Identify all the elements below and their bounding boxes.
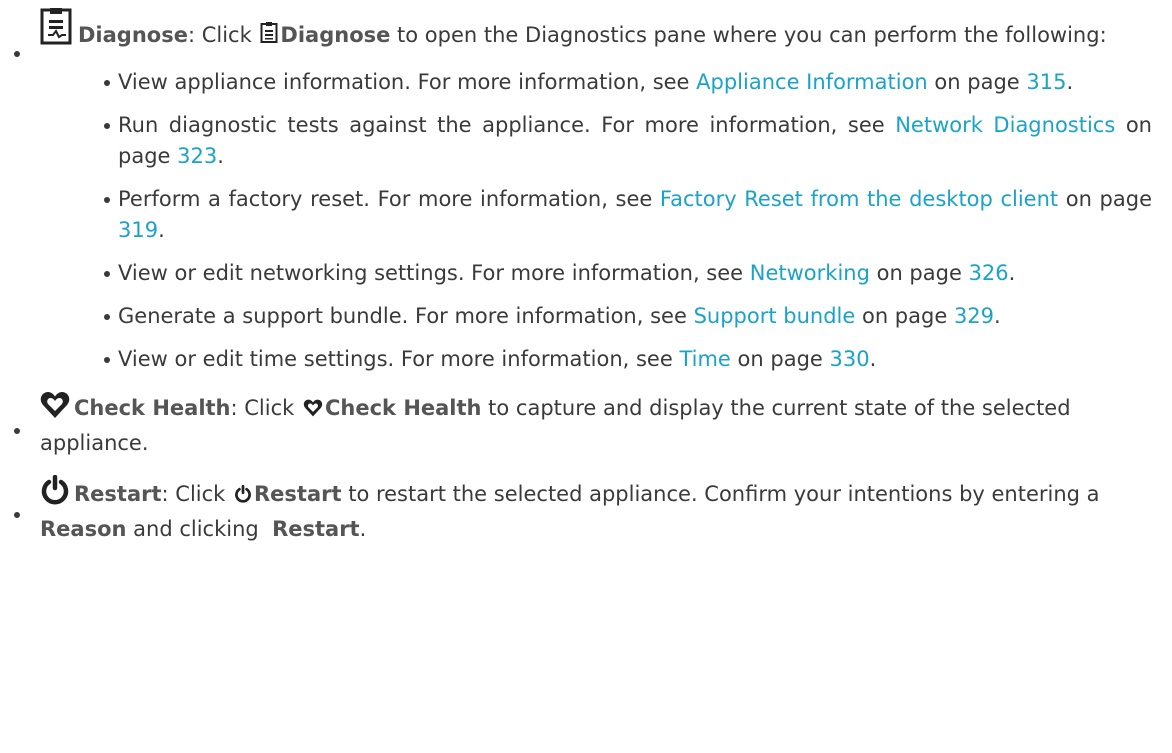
restart-term: Restart: [74, 482, 162, 506]
restart-end: .: [359, 517, 367, 541]
link-networking[interactable]: Networking: [750, 261, 870, 285]
link-time[interactable]: Time: [679, 347, 730, 371]
sub-item-factory-reset: Perform a factory reset. For more inform…: [40, 184, 1172, 246]
heart-inline-icon: [303, 395, 323, 426]
sub-item-mid: on page: [927, 70, 1027, 94]
restart-description: to restart the selected appliance. Confi…: [341, 482, 1100, 506]
sub-item-networking: View or edit networking settings. For mo…: [40, 258, 1172, 289]
restart-final-term: Restart: [272, 517, 360, 541]
link-appliance-information[interactable]: Appliance Information: [696, 70, 928, 94]
diagnose-sub-list: View appliance information. For more inf…: [40, 67, 1172, 375]
check-health-pre: : Click: [230, 396, 301, 420]
sub-item-end: .: [158, 218, 165, 242]
diagnose-report-icon: [40, 8, 74, 55]
link-page-319[interactable]: 319: [118, 218, 158, 242]
restart-inline-term: Restart: [254, 482, 342, 506]
link-page-315[interactable]: 315: [1026, 70, 1066, 94]
link-network-diagnostics[interactable]: Network Diagnostics: [895, 113, 1115, 137]
sub-item-text: Perform a factory reset. For more inform…: [118, 187, 660, 211]
link-page-329[interactable]: 329: [954, 304, 994, 328]
sub-item-support-bundle: Generate a support bundle. For more info…: [40, 301, 1172, 332]
heart-icon: [40, 391, 70, 428]
sub-item-text: View or edit time settings. For more inf…: [118, 347, 680, 371]
check-health-inline-term: Check Health: [324, 396, 482, 420]
sub-item-mid: on page: [730, 347, 830, 371]
sub-item-appliance-info: View appliance information. For more inf…: [40, 67, 1172, 98]
sub-item-time: View or edit time settings. For more inf…: [40, 344, 1172, 375]
diagnose-inline-term: Diagnose: [280, 23, 391, 47]
check-health-list-item: Check Health: Click Check Health to capt…: [0, 391, 1172, 459]
link-page-330[interactable]: 330: [830, 347, 870, 371]
sub-item-mid: on page: [1058, 187, 1152, 211]
sub-item-text: View appliance information. For more inf…: [118, 70, 697, 94]
restart-pre: : Click: [161, 482, 232, 506]
document-page: Diagnose: Click Diagnose to open the Dia…: [0, 8, 1172, 753]
sub-item-text: Run diagnostic tests against the applian…: [118, 113, 896, 137]
appliance-actions-list: Diagnose: Click Diagnose to open the Dia…: [0, 8, 1172, 545]
diagnose-pre: : Click: [187, 23, 259, 47]
restart-description-2: and clicking: [126, 517, 273, 541]
sub-item-text: Generate a support bundle. For more info…: [118, 304, 694, 328]
link-page-323[interactable]: 323: [177, 144, 217, 168]
diagnose-description: to open the Diagnostics pane where you c…: [390, 23, 1107, 47]
diagnose-list-item: Diagnose: Click Diagnose to open the Dia…: [0, 8, 1172, 375]
sub-item-mid: on page: [855, 304, 954, 328]
sub-item-mid: on page: [869, 261, 969, 285]
sub-item-end: .: [217, 144, 224, 168]
sub-item-text: View or edit networking settings. For mo…: [118, 261, 750, 285]
diagnose-term: Diagnose: [78, 23, 188, 47]
link-page-326[interactable]: 326: [969, 261, 1009, 285]
link-factory-reset[interactable]: Factory Reset from the desktop client: [660, 187, 1058, 211]
reason-term: Reason: [40, 517, 127, 541]
check-health-term: Check Health: [74, 396, 231, 420]
link-support-bundle[interactable]: Support bundle: [694, 304, 856, 328]
sub-item-end: .: [1066, 70, 1074, 94]
sub-item-end: .: [994, 304, 1001, 328]
sub-item-end: .: [1008, 261, 1016, 285]
diagnose-inline-icon: [260, 22, 278, 53]
sub-item-end: .: [869, 347, 877, 371]
restart-list-item: Restart: Click Restart to restart the se…: [0, 474, 1172, 545]
power-icon: [40, 474, 70, 514]
sub-item-network-diagnostics: Run diagnostic tests against the applian…: [40, 110, 1172, 172]
power-inline-icon: [234, 481, 252, 512]
